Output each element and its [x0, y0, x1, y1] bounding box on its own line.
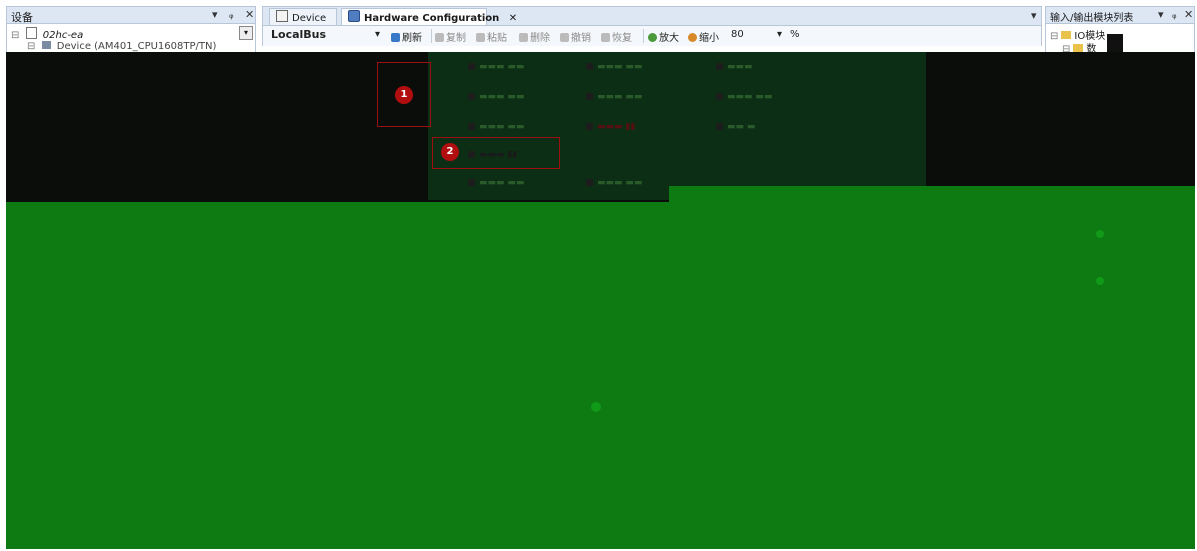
zoom-out-icon: [688, 33, 697, 42]
panel-menu-icon[interactable]: ▾: [212, 8, 218, 21]
mask-block: [1107, 34, 1123, 52]
bus-select[interactable]: LocalBus: [271, 28, 326, 41]
callout-number-2: 2: [441, 143, 459, 161]
zoom-out-button[interactable]: 缩小: [688, 29, 719, 44]
module-slot[interactable]: ▬▬▬ ▮▮: [586, 122, 635, 140]
io-module-panel-header: 输入/输出模块列表 ▾ ᵩ ✕: [1045, 6, 1195, 24]
callout-box-1: 1: [377, 62, 431, 127]
redo-icon: [601, 33, 610, 42]
callout-number-1: 1: [395, 86, 413, 104]
tab-device[interactable]: Device: [269, 8, 337, 25]
zoom-level-input[interactable]: 80: [731, 29, 744, 40]
refresh-icon: [391, 33, 400, 42]
zoom-in-icon: [648, 33, 657, 42]
project-icon: [25, 27, 37, 39]
module-slot[interactable]: ▬▬ ▬: [716, 122, 755, 140]
zoom-in-button[interactable]: 放大: [648, 29, 679, 44]
tab-close-icon[interactable]: ✕: [509, 13, 517, 24]
module-slot[interactable]: ▬▬▬ ▬▬: [468, 178, 524, 196]
undo-button[interactable]: 撤销: [560, 29, 591, 44]
green-overlay-top: [669, 186, 1195, 202]
device-panel-header: 设备 ▾ ᵩ ✕: [6, 6, 256, 24]
refresh-button[interactable]: 刷新: [391, 29, 422, 44]
device-icon: [41, 41, 51, 49]
close-icon[interactable]: ✕: [1184, 8, 1193, 21]
module-slot[interactable]: ▬▬▬: [716, 62, 753, 80]
tree-item-device[interactable]: ⊟ Device (AM401_CPU1608TP/TN): [27, 41, 216, 52]
tab-list-dropdown-icon[interactable]: ▾: [1031, 9, 1037, 22]
zoom-unit: %: [790, 29, 800, 40]
zoom-level-arrow[interactable]: ▾: [777, 29, 782, 40]
tree-item-project[interactable]: ⊟ 02hc-ea: [11, 27, 83, 41]
module-slot[interactable]: ▬▬▬ ▬▬: [586, 62, 642, 80]
redo-button[interactable]: 恢复: [601, 29, 632, 44]
overlay-dot: [591, 402, 601, 412]
module-slot[interactable]: ▬▬▬ ▬▬: [468, 62, 524, 80]
paste-icon: [476, 33, 485, 42]
module-slot[interactable]: ▬▬▬ ▬▬: [468, 92, 524, 110]
device-icon: [276, 10, 288, 22]
undo-icon: [560, 33, 569, 42]
copy-button[interactable]: 复制: [435, 29, 466, 44]
copy-icon: [435, 33, 444, 42]
module-slot[interactable]: ▬▬▬ ▬▬: [716, 92, 772, 110]
io-module-panel-title: 输入/输出模块列表: [1050, 13, 1134, 24]
hardware-config-toolbar: LocalBus ▾ 刷新 复制 粘贴 删除 撤销 恢复 放大 缩小 80 ▾ …: [262, 26, 1042, 46]
overlay-dot: [1096, 230, 1104, 238]
module-slot[interactable]: ▬▬▬ ▬▬: [586, 178, 642, 196]
pin-icon[interactable]: ᵩ: [229, 8, 234, 21]
panel-menu-icon[interactable]: ▾: [1158, 8, 1164, 21]
tree-scroll-button[interactable]: ▾: [239, 26, 253, 40]
overlay-dot: [1096, 277, 1104, 285]
hardware-config-grid: ▬▬▬ ▬▬ ▬▬▬ ▬▬ ▬▬▬ ▬▬▬ ▬▬ ▬▬▬ ▬▬ ▬▬▬ ▬▬ ▬…: [428, 52, 926, 200]
pin-icon[interactable]: ᵩ: [1172, 8, 1177, 21]
folder-icon: [1061, 31, 1072, 39]
paste-button[interactable]: 粘贴: [476, 29, 507, 44]
device-panel-title: 设备: [11, 11, 33, 24]
callout-box-2: 2: [432, 137, 560, 169]
delete-button[interactable]: 删除: [519, 29, 550, 44]
module-slot[interactable]: ▬▬▬ ▬▬: [586, 92, 642, 110]
bus-select-arrow[interactable]: ▾: [375, 29, 380, 40]
folder-icon: [1073, 44, 1084, 52]
editor-tab-strip: Device Hardware Configuration ✕ ▾: [262, 6, 1042, 26]
delete-icon: [519, 33, 528, 42]
hardware-config-icon: [348, 10, 360, 22]
green-overlay: [6, 202, 1195, 549]
device-tree: ⊟ 02hc-ea ⊟ Device (AM401_CPU1608TP/TN) …: [6, 24, 256, 52]
tab-hardware-configuration[interactable]: Hardware Configuration ✕: [341, 8, 517, 25]
close-icon[interactable]: ✕: [245, 8, 254, 21]
